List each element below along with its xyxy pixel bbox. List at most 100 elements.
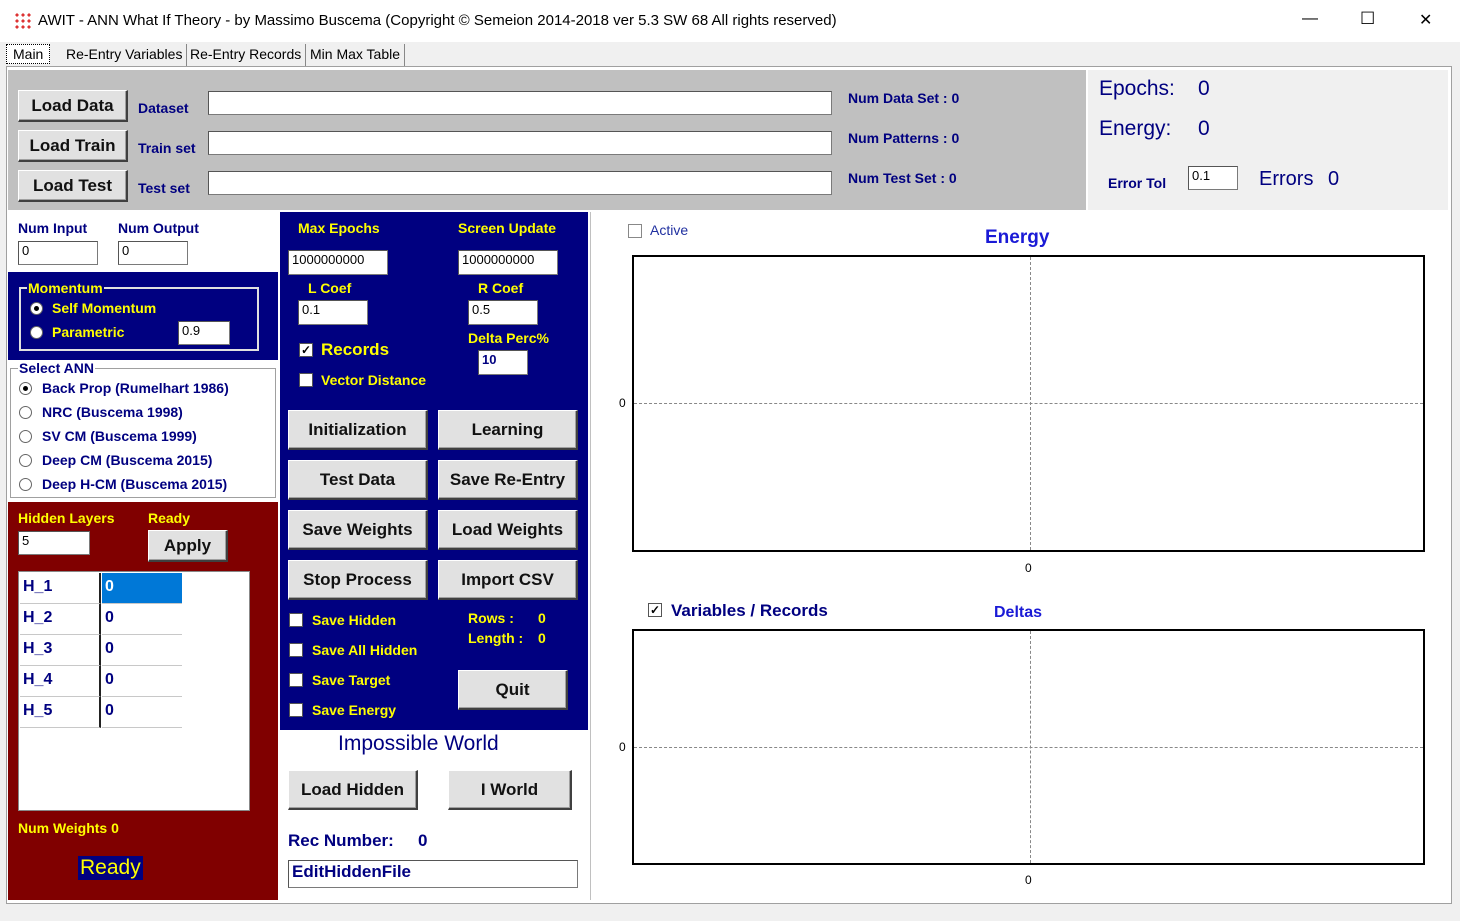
num-patterns: Num Patterns : 0: [848, 130, 960, 146]
impossible-world-title: Impossible World: [338, 732, 499, 755]
hidden-row-value[interactable]: 0: [102, 604, 182, 635]
energy-chart-x-axis: [634, 403, 1423, 404]
ann-option-backprop: Back Prop (Rumelhart 1986): [42, 380, 229, 396]
hidden-row-value[interactable]: 0: [102, 666, 182, 697]
test-set-field[interactable]: [208, 171, 832, 195]
ann-option-svcm: SV CM (Buscema 1999): [42, 428, 197, 444]
momentum-title: Momentum: [27, 280, 104, 296]
load-test-button[interactable]: Load Test: [18, 170, 128, 202]
hidden-row-name[interactable]: H_2: [20, 604, 101, 635]
ann-option-deephcm: Deep H-CM (Buscema 2015): [42, 476, 228, 492]
save-energy-checkbox[interactable]: [289, 703, 303, 717]
load-hidden-button[interactable]: Load Hidden: [288, 770, 418, 810]
ann-radio-svcm[interactable]: [19, 430, 32, 443]
max-epochs-label: Max Epochs: [298, 220, 380, 236]
hidden-row-name[interactable]: H_5: [20, 697, 101, 728]
save-hidden-checkbox[interactable]: [289, 613, 303, 627]
deltas-y-tick: 0: [619, 740, 626, 754]
hidden-row-value[interactable]: 0: [102, 697, 182, 728]
stop-process-button[interactable]: Stop Process: [288, 560, 428, 600]
learning-button[interactable]: Learning: [438, 410, 578, 450]
max-epochs-field[interactable]: 1000000000: [288, 250, 388, 275]
num-test-set: Num Test Set : 0: [848, 170, 957, 186]
parametric-radio[interactable]: [30, 326, 43, 339]
tab-main[interactable]: Main: [6, 44, 51, 64]
error-tol-field[interactable]: 0.1: [1188, 166, 1238, 190]
i-world-button[interactable]: I World: [448, 770, 572, 810]
errors-value: 0: [1328, 168, 1340, 190]
ann-radio-nrc[interactable]: [19, 406, 32, 419]
l-coef-field[interactable]: 0.1: [298, 300, 368, 325]
tab-label: Re-Entry Records: [190, 46, 302, 62]
epochs-value: 0: [1198, 77, 1210, 100]
maximize-icon[interactable]: ☐: [1360, 9, 1375, 29]
energy-y-tick: 0: [619, 396, 626, 410]
length-value: 0: [538, 630, 546, 646]
deltas-chart: [632, 629, 1425, 865]
hidden-row-name[interactable]: H_4: [20, 666, 101, 697]
epochs-label: Epochs:: [1099, 77, 1175, 100]
hidden-status-badge: Ready: [78, 856, 143, 880]
hidden-row-name[interactable]: H_1: [20, 573, 101, 604]
energy-label: Energy:: [1099, 117, 1172, 140]
screen-update-label: Screen Update: [458, 220, 557, 236]
tab-min-max-table[interactable]: Min Max Table: [306, 44, 406, 66]
load-data-button[interactable]: Load Data: [18, 90, 128, 122]
save-target-label: Save Target: [312, 672, 391, 688]
num-input-field[interactable]: 0: [18, 241, 98, 265]
save-target-checkbox[interactable]: [289, 673, 303, 687]
num-input-label: Num Input: [18, 220, 88, 236]
rec-number-value: 0: [418, 831, 428, 850]
vector-distance-checkbox[interactable]: [299, 373, 313, 387]
minimize-icon[interactable]: —: [1302, 10, 1318, 28]
variables-records-checkbox[interactable]: ✓: [648, 603, 662, 617]
tab-reentry-records[interactable]: Re-Entry Records: [186, 44, 307, 66]
load-weights-button[interactable]: Load Weights: [438, 510, 578, 550]
deltas-x-tick: 0: [1025, 873, 1032, 887]
quit-button[interactable]: Quit: [458, 670, 568, 710]
records-checkbox[interactable]: ✓: [299, 343, 313, 357]
energy-chart-y-axis: [1030, 257, 1031, 550]
save-all-hidden-checkbox[interactable]: [289, 643, 303, 657]
delta-perc-field[interactable]: 10: [478, 350, 528, 375]
deltas-chart-y-axis: [1030, 631, 1031, 863]
dataset-label: Dataset: [138, 100, 189, 116]
num-data-set: Num Data Set : 0: [848, 90, 960, 106]
screen-update-field[interactable]: 1000000000: [458, 250, 558, 275]
num-output-field[interactable]: 0: [118, 241, 188, 265]
hidden-count-field[interactable]: 5: [18, 531, 90, 555]
delta-perc-label: Delta Perc%: [468, 330, 549, 346]
save-reentry-button[interactable]: Save Re-Entry: [438, 460, 578, 500]
energy-chart-title: Energy: [985, 227, 1050, 248]
r-coef-field[interactable]: 0.5: [468, 300, 538, 325]
self-momentum-label: Self Momentum: [52, 300, 157, 316]
edit-hidden-file-field[interactable]: EditHiddenFile: [288, 860, 578, 888]
hidden-row-value[interactable]: 0: [102, 635, 182, 666]
close-icon[interactable]: ✕: [1419, 10, 1432, 30]
test-data-button[interactable]: Test Data: [288, 460, 428, 500]
save-weights-button[interactable]: Save Weights: [288, 510, 428, 550]
self-momentum-radio[interactable]: [30, 302, 43, 315]
num-output-label: Num Output: [118, 220, 199, 236]
initialization-button[interactable]: Initialization: [288, 410, 428, 450]
momentum-value-field[interactable]: 0.9: [178, 321, 230, 345]
ann-radio-deepcm[interactable]: [19, 454, 32, 467]
active-checkbox[interactable]: [628, 224, 642, 238]
apply-button[interactable]: Apply: [148, 530, 228, 562]
window-title: AWIT - ANN What If Theory - by Massimo B…: [38, 12, 837, 29]
hidden-row-value[interactable]: 0: [102, 573, 182, 604]
tab-label: Main: [13, 46, 44, 62]
load-train-button[interactable]: Load Train: [18, 130, 128, 162]
save-energy-label: Save Energy: [312, 702, 397, 718]
tab-reentry-variables[interactable]: Re-Entry Variables: [62, 44, 188, 66]
train-set-field[interactable]: [208, 131, 832, 155]
variables-records-label: Variables / Records: [671, 601, 828, 620]
test-set-label: Test set: [138, 180, 190, 196]
import-csv-button[interactable]: Import CSV: [438, 560, 578, 600]
energy-chart: [632, 255, 1425, 552]
dataset-field[interactable]: [208, 91, 832, 115]
ann-radio-backprop[interactable]: [19, 382, 32, 395]
ann-radio-deephcm[interactable]: [19, 478, 32, 491]
hidden-row-name[interactable]: H_3: [20, 635, 101, 666]
energy-value: 0: [1198, 117, 1210, 140]
